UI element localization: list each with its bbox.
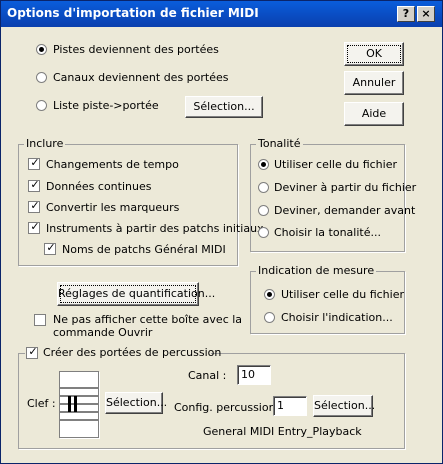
- checkmark-icon: ✓: [30, 156, 40, 169]
- title-bar: Options d'importation de fichier MIDI ? …: [1, 1, 442, 27]
- label-channels-to-staves: Canaux deviennent des portées: [53, 71, 229, 84]
- help-button[interactable]: Aide: [344, 102, 404, 126]
- track-list-selection-button[interactable]: Sélection...: [185, 96, 263, 118]
- radio-time-sig-from-file[interactable]: [264, 289, 275, 300]
- include-legend: Inclure: [24, 137, 66, 150]
- checkmark-icon: ✓: [28, 345, 38, 358]
- checkmark-icon: ✓: [30, 178, 40, 191]
- key-legend: Tonalité: [256, 137, 303, 150]
- config-field[interactable]: 1: [273, 396, 307, 416]
- checkmark-icon: ✓: [30, 220, 40, 233]
- radio-key-from-file[interactable]: [258, 159, 269, 170]
- percussion-map-name: General MIDI Entry_Playback: [203, 425, 362, 438]
- radio-channels-to-staves[interactable]: [36, 72, 47, 83]
- label-time-sig-choose: Choisir l'indication...: [281, 311, 393, 324]
- midi-import-dialog: Options d'importation de fichier MIDI ? …: [0, 0, 443, 464]
- label-key-from-file: Utiliser celle du fichier: [274, 158, 397, 171]
- label-tempo: Changements de tempo: [46, 158, 179, 171]
- checkmark-icon: ✓: [46, 241, 56, 254]
- label-tracks-to-staves: Pistes deviennent des portées: [53, 43, 219, 56]
- radio-key-choose[interactable]: [258, 227, 269, 238]
- percussion-clef-icon: [60, 387, 98, 421]
- checkmark-icon: ✓: [30, 199, 40, 212]
- ok-button[interactable]: OK: [344, 42, 404, 66]
- label-markers: Convertir les marqueurs: [46, 201, 180, 214]
- radio-key-guess-ask[interactable]: [258, 205, 269, 216]
- clef-preview: [59, 371, 99, 438]
- clef-label: Clef :: [27, 397, 56, 410]
- config-selection-button[interactable]: Sélection...: [313, 395, 375, 417]
- label-key-guess-ask: Deviner, demander avant: [274, 204, 416, 217]
- radio-time-sig-choose[interactable]: [264, 312, 275, 323]
- checkbox-tempo[interactable]: ✓: [28, 156, 40, 170]
- label-gm-patch-names: Noms de patchs Général MIDI: [62, 243, 226, 256]
- time-signature-group: [250, 271, 405, 334]
- config-label: Config. percussion :: [174, 401, 283, 414]
- label-continuous-data: Données continues: [46, 180, 152, 193]
- checkbox-markers[interactable]: ✓: [28, 199, 40, 213]
- checkbox-continuous-data[interactable]: ✓: [28, 178, 40, 192]
- radio-key-guess[interactable]: [258, 182, 269, 193]
- radio-track-staff-list[interactable]: [36, 100, 47, 111]
- close-button[interactable]: ×: [417, 6, 435, 22]
- label-track-staff-list: Liste piste->portée: [53, 99, 159, 112]
- radio-tracks-to-staves[interactable]: [36, 44, 47, 55]
- checkbox-initial-patches[interactable]: ✓: [28, 220, 40, 234]
- window-title: Options d'importation de fichier MIDI: [7, 6, 259, 20]
- time-signature-legend: Indication de mesure: [256, 264, 377, 277]
- label-key-guess: Deviner à partir du fichier: [274, 181, 417, 194]
- label-percussion: Créer des portées de percussion: [43, 346, 222, 359]
- channel-field[interactable]: 10: [237, 365, 271, 385]
- cancel-button[interactable]: Annuler: [344, 71, 404, 95]
- quantization-settings-button[interactable]: Réglages de quantification...: [57, 282, 215, 306]
- label-dont-show-line1: Ne pas afficher cette boîte avec la: [53, 313, 243, 326]
- label-initial-patches: Instruments à partir des patchs initiaux: [46, 222, 264, 235]
- checkbox-gm-patch-names[interactable]: ✓: [44, 241, 56, 255]
- clef-selection-button[interactable]: Sélection...: [105, 392, 167, 414]
- checkbox-percussion[interactable]: ✓: [26, 345, 38, 359]
- help-title-button[interactable]: ?: [397, 6, 415, 22]
- label-dont-show-line2: commande Ouvrir: [53, 326, 153, 339]
- checkbox-dont-show[interactable]: [34, 314, 46, 326]
- channel-label: Canal :: [188, 369, 227, 382]
- label-key-choose: Choisir la tonalité...: [274, 226, 381, 239]
- label-time-sig-from-file: Utiliser celle du fichier: [281, 288, 404, 301]
